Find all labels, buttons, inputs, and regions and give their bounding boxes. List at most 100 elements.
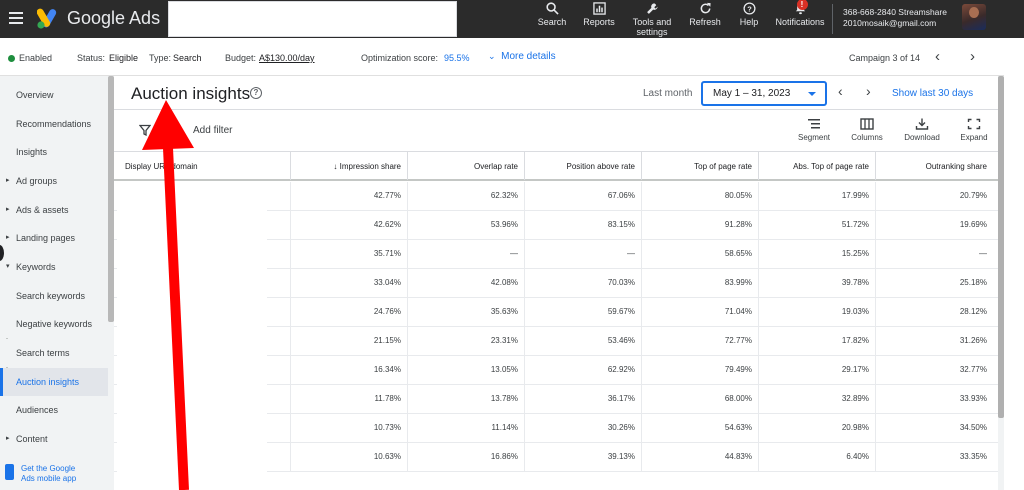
segment-button[interactable]: Segment <box>794 118 834 142</box>
show-last-30-days-link[interactable]: Show last 30 days <box>892 88 973 99</box>
table-cell: 62.32% <box>407 182 524 210</box>
content-scrollbar-thumb[interactable] <box>998 76 1004 418</box>
table-cell: 83.15% <box>524 211 641 239</box>
table-cell: 10.73% <box>290 414 407 442</box>
table-cell: 35.63% <box>407 298 524 326</box>
table-cell: 68.00% <box>641 385 758 413</box>
account-email: 2010mosaik@gmail.com <box>843 18 937 28</box>
column-header-abs-top-of-page-rate[interactable]: Abs. Top of page rate <box>758 152 875 180</box>
nav-auction-insights[interactable]: Auction insights <box>0 368 108 396</box>
table-cell: 6.40% <box>758 443 875 471</box>
table-cell: 36.17% <box>524 385 641 413</box>
tools-settings-label: Tools and settings <box>632 17 672 37</box>
top-app-bar: Google Ads Search Reports Tools and sett… <box>0 0 1024 38</box>
next-period-icon[interactable]: › <box>866 83 871 99</box>
table-cell: 17.99% <box>758 182 875 210</box>
segment-icon <box>808 119 820 129</box>
previous-campaign-icon[interactable]: ‹ <box>935 48 940 65</box>
columns-button[interactable]: Columns <box>847 118 887 142</box>
mobile-app-promo[interactable]: Get the Google Ads mobile app <box>0 460 108 490</box>
reports-label: Reports <box>583 17 615 27</box>
expand-label: Expand <box>960 133 988 142</box>
download-icon <box>915 118 929 130</box>
question-circle-icon[interactable]: ? <box>250 87 262 99</box>
next-campaign-icon[interactable]: › <box>970 48 975 65</box>
table-cell: 20.79% <box>875 182 998 210</box>
nav-overview[interactable]: Overview <box>0 81 108 109</box>
expand-button[interactable]: Expand <box>956 118 992 142</box>
help-label: Help <box>739 17 759 27</box>
previous-period-icon[interactable]: ‹ <box>838 83 843 99</box>
table-cell: 11.78% <box>290 385 407 413</box>
account-id: 368-668-2840 Streamshare <box>843 7 947 17</box>
nav-audiences[interactable]: Audiences <box>0 396 108 424</box>
budget-value[interactable]: A$130.00/day <box>259 53 315 63</box>
filter-icon[interactable] <box>139 124 151 136</box>
nav-search-terms[interactable]: Search terms <box>0 339 108 367</box>
search-tool-button[interactable]: Search <box>536 2 568 27</box>
column-header-position-above-rate[interactable]: Position above rate <box>524 152 641 180</box>
column-header-top-of-page-rate[interactable]: Top of page rate <box>641 152 758 180</box>
table-cell: 33.93% <box>875 385 998 413</box>
column-header-impression-share[interactable]: ↓ Impression share <box>290 152 407 180</box>
table-cell: 34.50% <box>875 414 998 442</box>
column-header-overlap-rate[interactable]: Overlap rate <box>407 152 524 180</box>
table-cell: 19.03% <box>758 298 875 326</box>
reports-button[interactable]: Reports <box>580 2 618 27</box>
optimization-score[interactable]: 95.5% <box>444 53 470 63</box>
type-value: Search <box>173 53 202 63</box>
nav-recommendations[interactable]: Recommendations <box>0 110 108 138</box>
nav-ads-assets[interactable]: Ads & assets <box>0 196 108 224</box>
phone-icon <box>5 464 14 480</box>
brand-name[interactable]: Google Ads <box>67 8 160 29</box>
table-cell: — <box>524 240 641 268</box>
table-cell: 29.17% <box>758 356 875 384</box>
notifications-button[interactable]: ! Notifications <box>771 0 829 27</box>
nav-content[interactable]: Content <box>0 425 108 453</box>
redacted-domain-area <box>117 183 267 490</box>
table-cell: 15.25% <box>758 240 875 268</box>
avatar[interactable] <box>962 4 986 30</box>
title-divider <box>114 109 1004 110</box>
search-bar[interactable] <box>168 1 457 37</box>
account-info[interactable]: 368-668-2840 Streamshare 2010mosaik@gmai… <box>843 7 947 29</box>
add-filter-button[interactable]: Add filter <box>193 125 232 136</box>
tools-settings-button[interactable]: Tools and settings <box>628 2 676 37</box>
table-cell: 10.63% <box>290 443 407 471</box>
campaign-state[interactable]: Enabled <box>19 53 52 63</box>
nav-ad-groups[interactable]: Ad groups <box>0 167 108 195</box>
search-icon <box>545 2 559 15</box>
table-cell: 79.49% <box>641 356 758 384</box>
table-cell: — <box>407 240 524 268</box>
refresh-icon <box>700 2 711 14</box>
mobile-promo-line2: Ads mobile app <box>21 474 77 483</box>
column-header-domain[interactable]: Display URL domain <box>114 152 290 180</box>
help-button[interactable]: ? Help <box>734 2 764 27</box>
date-range-picker[interactable]: May 1 – 31, 2023 <box>701 81 827 106</box>
nav-keywords[interactable]: Keywords <box>0 253 108 281</box>
wrench-icon <box>646 3 658 14</box>
nav-negative-keywords[interactable]: Negative keywords <box>0 310 108 338</box>
nav-landing-pages[interactable]: Landing pages <box>0 224 108 252</box>
campaign-counter: Campaign 3 of 14 <box>849 53 921 63</box>
columns-icon <box>860 118 874 130</box>
nav-insights[interactable]: Insights <box>0 138 108 166</box>
table-cell: 33.04% <box>290 269 407 297</box>
download-button[interactable]: Download <box>900 118 944 142</box>
table-cell: 39.78% <box>758 269 875 297</box>
column-header-outranking-share[interactable]: Outranking share <box>875 152 998 180</box>
chevron-down-icon: ⌄ <box>488 51 496 61</box>
table-cell: 44.83% <box>641 443 758 471</box>
mobile-promo-line1: Get the Google <box>21 464 76 473</box>
refresh-label: Refresh <box>689 17 721 27</box>
table-cell: 16.34% <box>290 356 407 384</box>
status-label: Status: <box>77 53 106 63</box>
pagination-footer[interactable] <box>680 480 1000 490</box>
refresh-button[interactable]: Refresh <box>686 2 724 27</box>
nav-search-keywords[interactable]: Search keywords <box>0 282 108 310</box>
table-cell: 20.98% <box>758 414 875 442</box>
table-cell: 30.26% <box>524 414 641 442</box>
table-cell: 16.86% <box>407 443 524 471</box>
more-details-link[interactable]: ⌄ More details <box>488 51 556 62</box>
hamburger-menu-icon[interactable] <box>9 12 23 24</box>
